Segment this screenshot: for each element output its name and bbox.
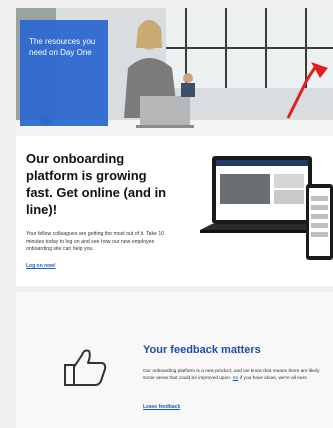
devices-illustration bbox=[200, 156, 333, 260]
onboarding-heading: Our onboarding platform is growing fast.… bbox=[26, 151, 167, 217]
email-newsletter: The resources you need on Day One Our on… bbox=[0, 0, 333, 428]
feedback-section: Your feedback matters Our onboarding pla… bbox=[16, 292, 333, 428]
onboarding-section: Our onboarding platform is growing fast.… bbox=[16, 136, 333, 286]
feedback-body: Our onboarding platform is a new product… bbox=[143, 368, 328, 382]
feedback-heading: Your feedback matters bbox=[143, 344, 261, 356]
hero-title: The resources you need on Day One bbox=[29, 37, 96, 57]
onboarding-body: Your fellow colleagues are getting the m… bbox=[26, 231, 165, 252]
hero-banner: The resources you need on Day One bbox=[16, 8, 333, 136]
leave-feedback-link[interactable]: Leave feedback bbox=[143, 404, 180, 410]
hero-title-box: The resources you need on Day One bbox=[20, 20, 108, 126]
feedback-body-part2: if you have ideas, we're all ears. bbox=[238, 376, 308, 381]
log-on-link[interactable]: Log on now! bbox=[26, 263, 56, 269]
thumbs-up-icon bbox=[64, 349, 107, 386]
